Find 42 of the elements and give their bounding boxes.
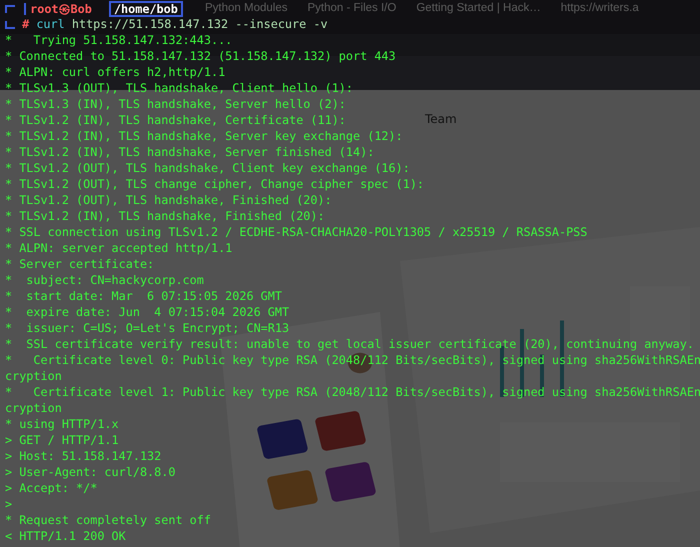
output-line: * TLSv1.2 (IN), TLS handshake, Certificate (11): [5,113,346,127]
output-line: * SSL certificate verify result: unable to get local issuer certificate (20), continuing anyway. [5,337,694,351]
browser-tab[interactable]: https://writers.a [560,0,639,17]
output-line: * TLSv1.2 (OUT), TLS handshake, Finished (20): [5,193,332,207]
prompt-symbol: # [22,17,30,31]
output-line: * TLSv1.2 (IN), TLS handshake, Server finished (14): [5,145,374,159]
browser-tab[interactable]: Getting Started | Hack… [416,0,541,17]
output-line: < HTTP/1.1 200 OK [5,529,126,543]
prompt-user: root㉿Bob [24,2,96,15]
output-line: > User-Agent: curl/8.8.0 [5,465,176,479]
output-line: * TLSv1.2 (OUT), TLS handshake, Client key exchange (16): [5,161,410,175]
output-line: * issuer: C=US; O=Let's Encrypt; CN=R13 [5,321,290,335]
output-line: * Request completely sent off [5,513,211,527]
output-line: * Connected to 51.158.147.132 (51.158.147.132) port 443 [5,49,396,63]
output-line: * Certificate level 1: Public key type RSA (2048/112 Bits/secBits), signed using sha256WithRSAEn [5,385,700,399]
output-line: cryption [5,401,62,415]
output-line: cryption [5,369,62,383]
nav-link[interactable]: Team [425,112,457,126]
command-name: curl [36,17,65,31]
output-line: * Certificate level 0: Public key type RSA (2048/112 Bits/secBits), signed using sha256WithRSAEn [5,353,700,367]
output-line: * start date: Mar 6 07:15:05 2026 GMT [5,289,282,303]
prompt-path: /home/bob [108,0,183,17]
output-line: * using HTTP/1.x [5,417,119,431]
output-line: * TLSv1.2 (IN), TLS handshake, Server key exchange (12): [5,129,403,143]
output-line: * SSL connection using TLSv1.2 / ECDHE-RSA-CHACHA20-POLY1305 / x25519 / RSASSA-PSS [5,225,588,239]
output-line: * ALPN: curl offers h2,http/1.1 [5,65,226,79]
output-line: * Server certificate: [5,257,154,271]
output-line: * TLSv1.2 (OUT), TLS change cipher, Change cipher spec (1): [5,177,424,191]
output-line: > Host: 51.158.147.132 [5,449,162,463]
output-line: * ALPN: server accepted http/1.1 [5,241,232,255]
output-line: * TLSv1.3 (OUT), TLS handshake, Client hello (1): [5,81,354,95]
output-line: * expire date: Jun 4 07:15:04 2026 GMT [5,305,290,319]
browser-tab[interactable]: Python - Files I/O [307,0,396,17]
output-line: > GET / HTTP/1.1 [5,433,119,447]
browser-tab[interactable]: Python Modules [205,0,288,17]
output-line: > [5,497,12,511]
output-line: * TLSv1.2 (IN), TLS handshake, Finished (20): [5,209,325,223]
output-line: * TLSv1.3 (IN), TLS handshake, Server hello (2): [5,97,346,111]
output-line: * subject: CN=hackycorp.com [5,273,204,287]
output-line: > Accept: */* [5,481,98,495]
command-arguments: https://51.158.147.132 --insecure -v [72,17,328,31]
output-line: * Trying 51.158.147.132:443... [5,33,232,47]
